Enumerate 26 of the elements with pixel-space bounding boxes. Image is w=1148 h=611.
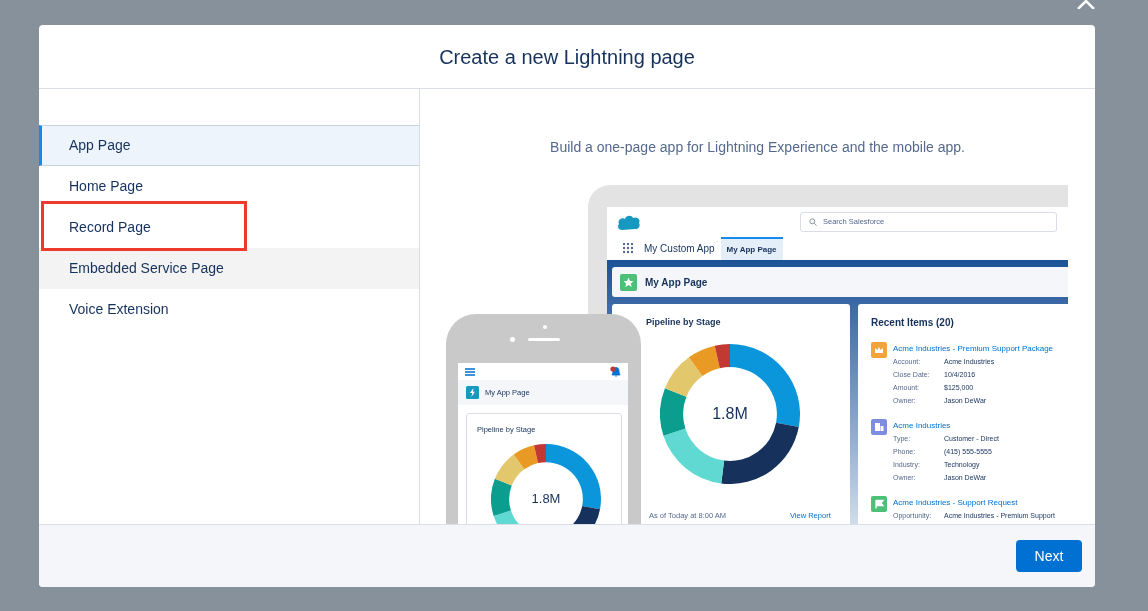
app-name: My Custom App bbox=[644, 242, 715, 256]
chart-center-value: 1.8M bbox=[712, 404, 748, 424]
nav-tab[interactable]: My App Page bbox=[720, 237, 783, 260]
next-button[interactable]: Next bbox=[1016, 540, 1082, 572]
close-icon[interactable] bbox=[1076, 0, 1096, 9]
app-launcher-icon[interactable] bbox=[623, 242, 635, 255]
description: Build a one-page app for Lightning Experience and the mobile app. bbox=[549, 138, 966, 157]
chart-center-value: 1.8M bbox=[531, 490, 561, 509]
cloud-logo-icon bbox=[617, 213, 641, 231]
page-type-item[interactable]: Voice Extension bbox=[39, 289, 419, 330]
page-title: My App Page bbox=[645, 275, 708, 290]
menu-icon[interactable] bbox=[465, 367, 475, 376]
page-type-item[interactable]: Record Page bbox=[39, 207, 419, 248]
card-title: Pipeline by Stage bbox=[646, 316, 721, 329]
card-title: Recent Items (20) bbox=[871, 316, 955, 330]
record-link[interactable]: Acme Industries bbox=[893, 419, 999, 433]
modal-title: Create a new Lightning page bbox=[439, 44, 695, 70]
record-link[interactable]: Acme Industries - Premium Support Package bbox=[893, 342, 1054, 356]
bell-icon[interactable] bbox=[610, 366, 621, 377]
speaker-slot bbox=[528, 338, 560, 341]
record-link[interactable]: Acme Industries - Support Request bbox=[893, 496, 1055, 510]
page-type-item[interactable]: Embedded Service Page bbox=[39, 248, 419, 289]
lightning-icon bbox=[466, 386, 479, 399]
page-type-item[interactable]: App Page bbox=[39, 125, 419, 166]
page-type-item[interactable]: Home Page bbox=[39, 166, 419, 207]
search-icon bbox=[809, 218, 817, 226]
